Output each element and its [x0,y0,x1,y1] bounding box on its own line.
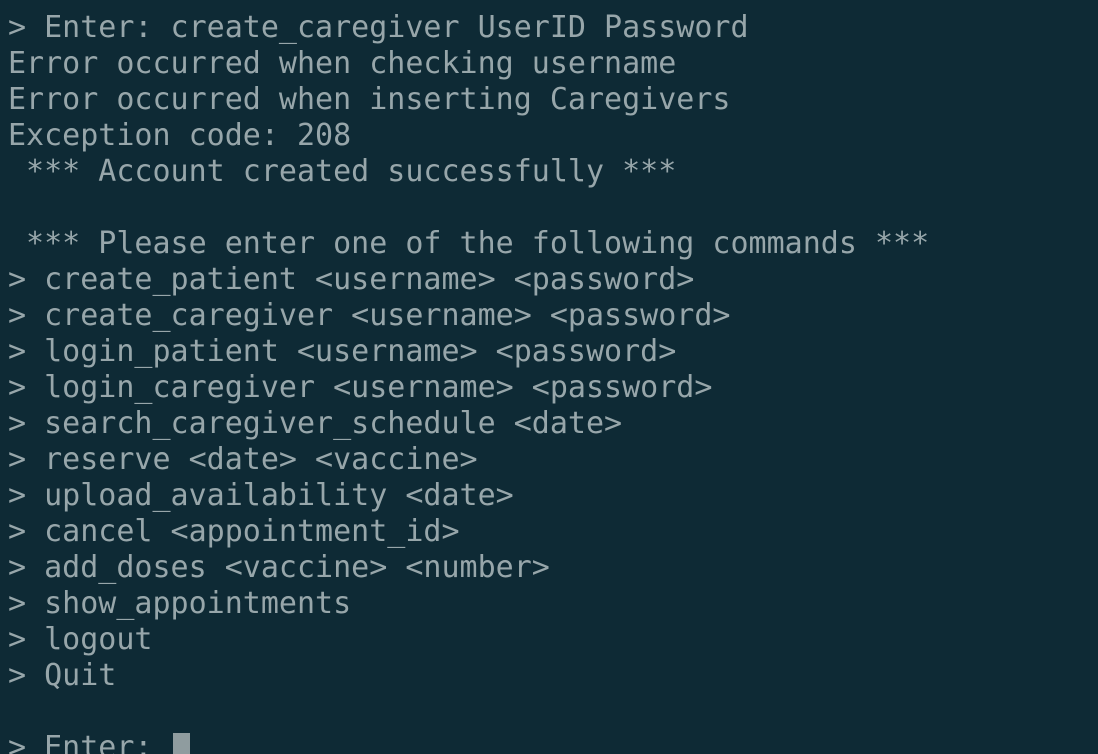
terminal-line: Error occurred when checking username [8,46,677,81]
terminal-window[interactable]: > Enter: create_caregiver UserID Passwor… [0,0,1098,754]
terminal-line: > Enter: create_caregiver UserID Passwor… [8,10,749,45]
terminal-line: > show_appointments [8,586,352,621]
terminal-line: > cancel <appointment_id> [8,514,460,549]
terminal-line: > create_caregiver <username> <password> [8,298,731,333]
terminal-line: > reserve <date> <vaccine> [8,442,478,477]
terminal-line: > search_caregiver_schedule <date> [8,406,623,441]
terminal-output: > Enter: create_caregiver UserID Passwor… [8,10,929,754]
terminal-line: > add_doses <vaccine> <number> [8,550,550,585]
terminal-line: Error occurred when inserting Caregivers [8,82,731,117]
terminal-line: > login_caregiver <username> <password> [8,370,713,405]
terminal-line: > Quit [8,658,117,693]
terminal-line: *** Please enter one of the following co… [8,226,930,261]
terminal-line: *** Account created successfully *** [8,154,677,189]
terminal-line: Exception code: 208 [8,118,352,153]
terminal-line: > create_patient <username> <password> [8,262,695,297]
text-cursor[interactable] [172,733,190,754]
terminal-line: > logout [8,622,153,657]
terminal-line: > login_patient <username> <password> [8,334,677,369]
prompt-text: > Enter: [8,730,171,754]
terminal-line: > upload_availability <date> [8,478,514,513]
terminal-input-line[interactable]: > Enter: [8,730,929,754]
